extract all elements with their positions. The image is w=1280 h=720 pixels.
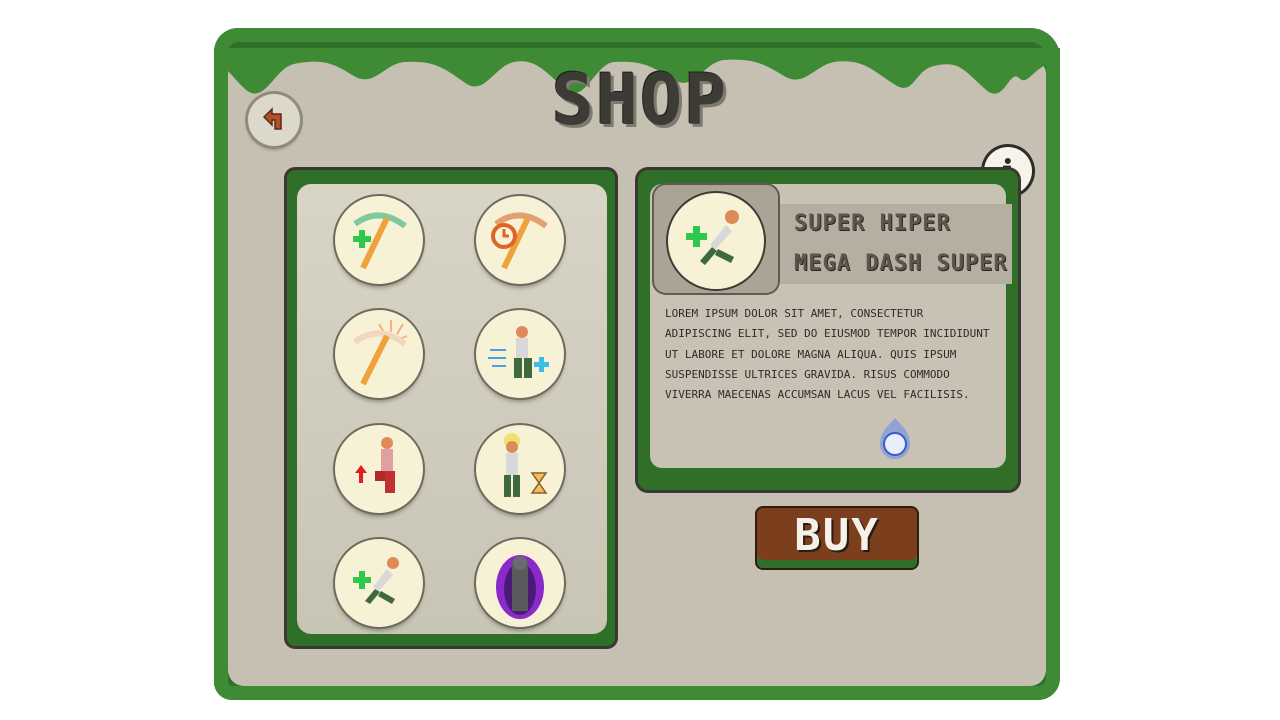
buy-button-label: BUY — [794, 509, 880, 561]
dash-speed-icon — [488, 326, 549, 378]
blue-orb-icon — [880, 418, 910, 459]
item-name-line-2: MEGA DASH SUPER — [794, 251, 1008, 276]
dash-heal-icon — [353, 557, 399, 604]
pickaxe-heal-icon — [353, 212, 407, 270]
item-name-line-1: SUPER HIPER — [794, 211, 951, 236]
pickaxe-power-icon — [353, 320, 408, 386]
page-title: SHOP — [551, 59, 729, 141]
item-slot-dash-speed[interactable] — [476, 310, 564, 398]
back-button[interactable] — [248, 94, 300, 146]
item-slot-time-slow[interactable] — [476, 425, 564, 513]
buy-button[interactable]: BUY — [757, 508, 917, 568]
item-name: SUPER HIPER MEGA DASH SUPER — [794, 204, 1014, 284]
time-slow-icon — [504, 433, 548, 497]
pickaxe-speed-icon — [491, 212, 548, 270]
item-slot-pickaxe-power[interactable] — [335, 310, 423, 398]
item-description: LOREM IPSUM DOLOR SIT AMET, CONSECTETUR … — [665, 307, 990, 402]
shadow-cloak-icon — [496, 555, 544, 619]
item-slot-jump-boost[interactable] — [335, 425, 423, 513]
back-arrow-icon — [262, 107, 282, 130]
dash-heal-icon — [686, 210, 739, 265]
item-slot-dash-heal[interactable] — [335, 539, 423, 627]
item-slot-shadow-cloak[interactable] — [476, 539, 564, 627]
jump-boost-icon — [355, 437, 395, 493]
item-portrait — [668, 193, 764, 289]
item-slot-pickaxe-speed[interactable] — [476, 196, 564, 284]
item-slot-pickaxe-heal[interactable] — [335, 196, 423, 284]
